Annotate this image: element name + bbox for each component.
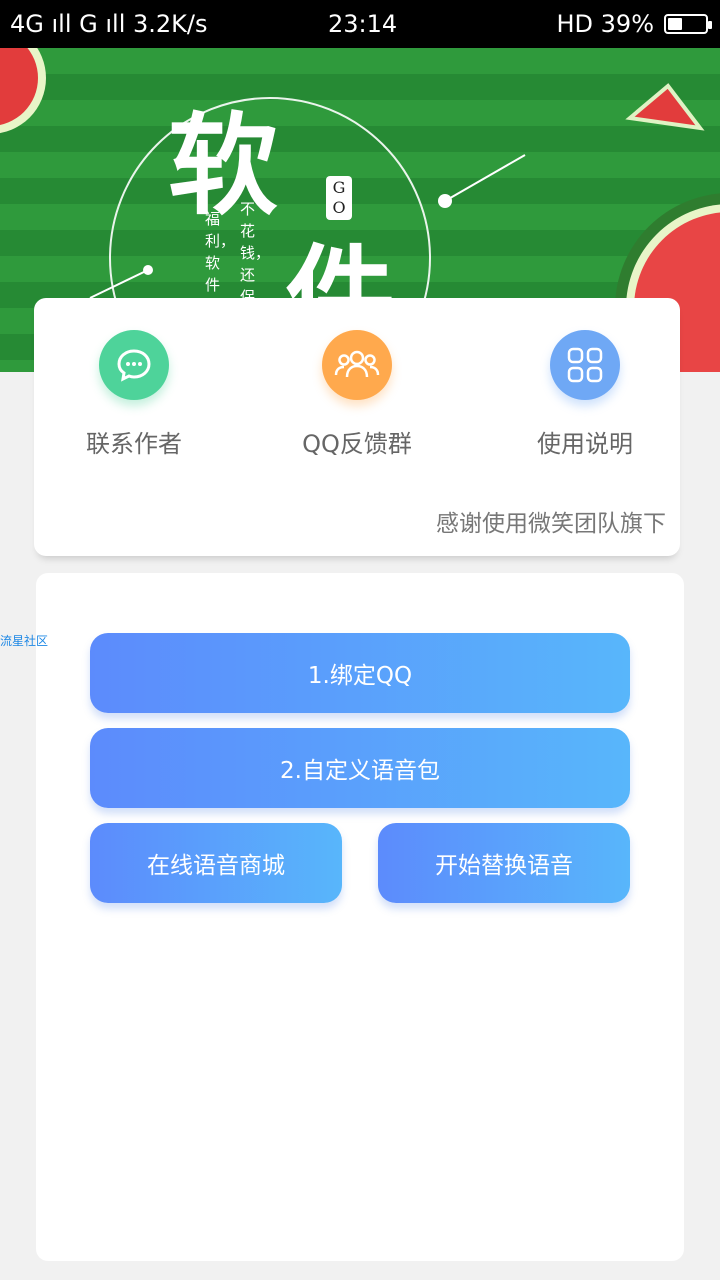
start-replace-voice-button[interactable]: 开始替换语音	[378, 823, 630, 903]
instructions-button[interactable]: 使用说明	[495, 330, 675, 459]
battery-icon	[664, 14, 712, 34]
banner-vertical-text-1: 福利，软件	[205, 210, 236, 294]
status-bar: 4G ıll G ıll 3.2K/s 23:14 HD 39%	[0, 0, 720, 48]
banner-vertical-text-2: 不花钱，还保	[240, 200, 271, 306]
thanks-text: 感谢使用微笑团队旗下	[436, 511, 666, 537]
community-link[interactable]: 流星社区	[0, 632, 48, 649]
qq-feedback-group-button[interactable]: QQ反馈群	[267, 330, 447, 459]
bind-qq-button[interactable]: 1.绑定QQ	[90, 633, 630, 713]
online-voice-store-button[interactable]: 在线语音商城	[90, 823, 342, 903]
banner-title-1: 软	[168, 101, 278, 230]
network-status: 4G ıll G ıll 3.2K/s	[10, 10, 208, 38]
go-badge: G O	[326, 176, 352, 220]
chat-bubble-icon	[99, 330, 169, 400]
qq-feedback-group-label: QQ反馈群	[302, 430, 412, 458]
contact-author-label: 联系作者	[86, 430, 182, 458]
grid-apps-icon	[550, 330, 620, 400]
instructions-label: 使用说明	[537, 430, 633, 458]
clock: 23:14	[328, 10, 398, 38]
group-users-icon	[322, 330, 392, 400]
function-card: 联系作者 QQ反馈群 使用说明 感谢使用微笑团队旗下	[34, 298, 680, 556]
status-icons: HD 39%	[556, 10, 655, 38]
contact-author-button[interactable]: 联系作者	[44, 330, 224, 459]
custom-voice-pack-button[interactable]: 2.自定义语音包	[90, 728, 630, 808]
